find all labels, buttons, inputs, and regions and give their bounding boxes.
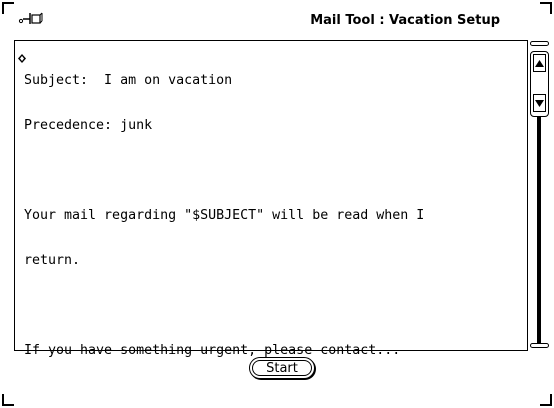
message-line: Subject: I am on vacation bbox=[24, 73, 233, 88]
vacation-message-editor[interactable]: Subject: I am on vacation Precedence: ju… bbox=[14, 40, 528, 358]
scrollbar-bottom-cable-anchor[interactable] bbox=[530, 343, 549, 348]
message-line: If you have something urgent, please con… bbox=[24, 343, 401, 358]
message-text[interactable]: Subject: I am on vacation Precedence: ju… bbox=[24, 43, 504, 388]
scrollbar-drag-area[interactable] bbox=[533, 73, 546, 94]
scrollbar-top-cable-anchor[interactable] bbox=[530, 41, 549, 46]
message-line: return. bbox=[24, 253, 81, 268]
scroll-down-button[interactable] bbox=[533, 94, 546, 112]
window-corner-bottom-left[interactable] bbox=[2, 394, 14, 406]
message-line: ​ bbox=[24, 163, 504, 178]
scroll-down-arrow-icon bbox=[535, 99, 544, 107]
scrollbar-elevator[interactable] bbox=[530, 51, 549, 117]
title-bar[interactable]: Mail Tool : Vacation Setup bbox=[10, 9, 544, 29]
window-title: Mail Tool : Vacation Setup bbox=[310, 13, 500, 28]
pushpin-icon[interactable] bbox=[18, 11, 46, 25]
scrollbar-cable[interactable] bbox=[537, 117, 541, 343]
start-button-label: Start bbox=[266, 360, 298, 376]
message-line: Your mail regarding "$SUBJECT" will be r… bbox=[24, 208, 425, 223]
mail-tool-vacation-window: Mail Tool : Vacation Setup Subject: I am… bbox=[0, 0, 554, 408]
start-button[interactable]: Start bbox=[249, 357, 315, 379]
message-line: Precedence: junk bbox=[24, 118, 153, 133]
window-corner-bottom-right[interactable] bbox=[540, 394, 552, 406]
message-line: ​ bbox=[24, 298, 504, 313]
scroll-up-arrow-icon bbox=[535, 59, 544, 67]
scroll-up-button[interactable] bbox=[533, 54, 546, 72]
